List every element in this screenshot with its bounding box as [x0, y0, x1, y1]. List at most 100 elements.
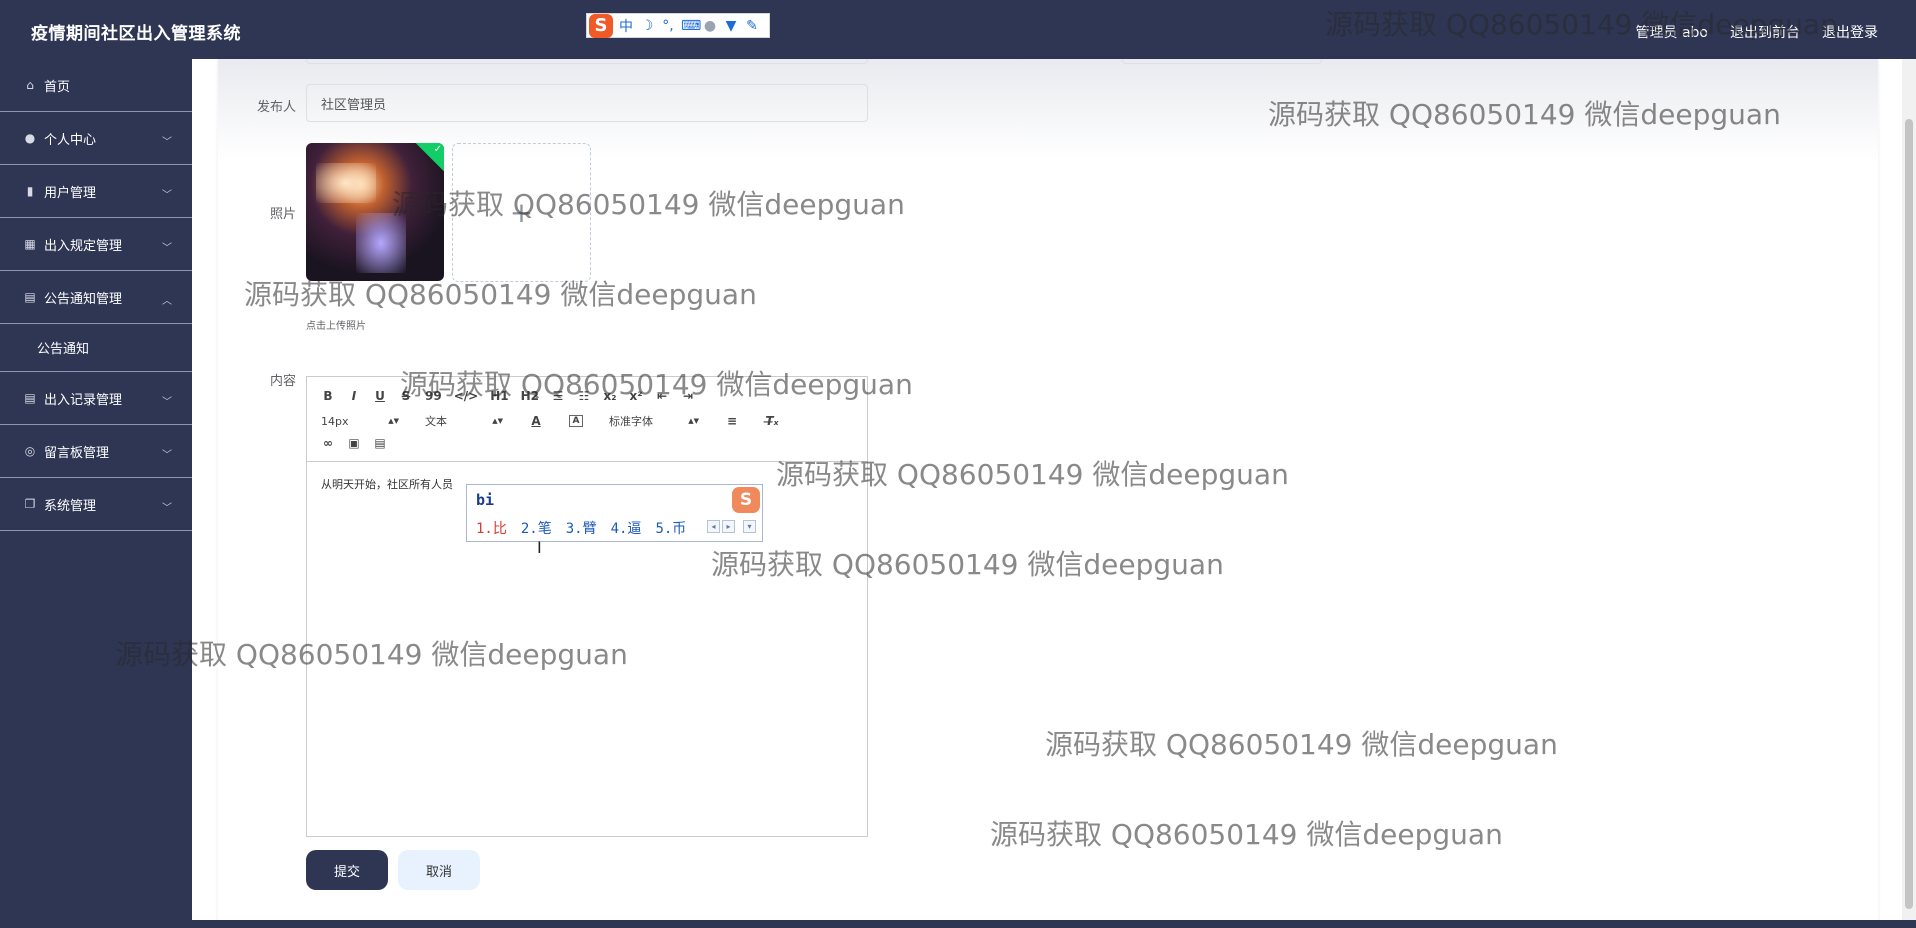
font-color-icon[interactable]: A [529, 414, 543, 428]
h1-button[interactable]: H1 [490, 389, 508, 403]
chevron-down-icon: ﹀ [162, 243, 172, 254]
font-size-value: 14px [321, 414, 349, 428]
wrench-icon[interactable]: ✎ [744, 18, 760, 34]
app-title: 疫情期间社区出入管理系统 [31, 24, 241, 44]
clipboard-icon: ▤ [24, 391, 36, 405]
sidebar-item-label: 个人中心 [44, 132, 97, 148]
cancel-button[interactable]: 取消 [398, 850, 480, 890]
ime-candidate[interactable]: 4.逼 [611, 518, 642, 538]
text-type-value: 文本 [425, 415, 447, 428]
ime-candidate[interactable]: 5.币 [655, 518, 686, 538]
photo-thumbnail[interactable]: ✓ [306, 143, 444, 281]
admin-user-label[interactable]: 管理员 abo [1636, 22, 1708, 42]
user-icon: ● [24, 131, 36, 145]
code-block-button[interactable]: </> [454, 389, 479, 403]
keyboard-icon[interactable]: ⌨ [681, 18, 701, 34]
superscript-button[interactable]: x² [629, 389, 643, 403]
ime-candidate-popup[interactable]: bi S 1.比 2.笔 3.臂 4.逼 5.币 ◂ ▸ ▾ [466, 484, 763, 542]
expand-icon[interactable]: ▾ [743, 520, 756, 533]
publisher-input[interactable]: 社区管理员 [306, 84, 868, 122]
sidebar-item-user-management[interactable]: ▮ 用户管理 ﹀ [0, 165, 192, 218]
clipboard-icon: ▤ [24, 290, 36, 304]
video-icon[interactable]: ▤ [373, 436, 387, 450]
photo-label: 照片 [269, 207, 296, 222]
sidebar-item-system-management[interactable]: ❐ 系统管理 ﹀ [0, 478, 192, 531]
clear-format-icon[interactable]: T̶ₓ [765, 414, 779, 428]
page-scrollbar[interactable] [1902, 59, 1916, 920]
ime-pinyin-input: bi [476, 491, 495, 509]
sidebar-item-label: 用户管理 [44, 185, 97, 201]
scrollbar-thumb[interactable] [1905, 119, 1913, 909]
check-icon: ✓ [433, 144, 442, 155]
sidebar-subitem-announcement[interactable]: 公告通知 [0, 324, 192, 372]
bold-button[interactable]: B [321, 389, 335, 403]
select-arrow-icon: ▲▼ [388, 417, 399, 425]
next-page-icon[interactable]: ▸ [722, 520, 735, 533]
blockquote-button[interactable]: 99 [425, 389, 442, 403]
sidebar-item-label: 系统管理 [44, 498, 97, 514]
logout-link[interactable]: 退出登录 [1822, 22, 1878, 42]
goto-frontend-link[interactable]: 退出到前台 [1730, 22, 1800, 42]
editor-toolbar-row1: B I U S 99 </> H1 H2 ☰ ☷ x₂ x² ⇤ ⇥ [321, 389, 695, 403]
image-icon[interactable]: ▣ [347, 436, 361, 450]
underline-button[interactable]: U [373, 389, 387, 403]
text-cursor-icon: Ⅰ [537, 538, 542, 557]
font-size-select[interactable]: 14px ▲▼ [321, 415, 399, 428]
user-icon[interactable]: ● [702, 18, 718, 34]
outdent-icon[interactable]: ⇤ [655, 389, 669, 403]
subscript-button[interactable]: x₂ [603, 389, 617, 403]
sidebar-item-label: 首页 [44, 79, 71, 95]
sidebar-item-entry-records[interactable]: ▤ 出入记录管理 ﹀ [0, 372, 192, 425]
bullet-list-icon[interactable]: ☷ [577, 389, 591, 403]
previous-field-edge [306, 59, 868, 64]
sidebar-item-label: 出入记录管理 [44, 392, 123, 408]
italic-button[interactable]: I [347, 389, 361, 403]
font-family-value: 标准字体 [609, 415, 653, 428]
sidebar-item-label: 留言板管理 [44, 445, 110, 461]
indent-icon[interactable]: ⇥ [681, 389, 695, 403]
photo-highlight [316, 163, 376, 203]
home-icon: ⌂ [26, 78, 34, 92]
header-links: 管理员 abo 退出到前台 退出登录 [1636, 22, 1878, 42]
chevron-down-icon: ﹀ [162, 137, 172, 148]
strike-button[interactable]: S [399, 389, 413, 403]
upload-tip: 点击上传照片 [306, 321, 366, 332]
sidebar: ⌂ 首页 ● 个人中心 ﹀ ▮ 用户管理 ﹀ ▦ 出入规定管理 ﹀ ▤ 公告通知… [0, 59, 192, 928]
select-arrow-icon: ▲▼ [492, 417, 503, 425]
h2-button[interactable]: H2 [521, 389, 539, 403]
photo-upload-button[interactable]: + [452, 143, 591, 282]
moon-icon[interactable]: ☽ [639, 18, 655, 34]
ime-toolbar[interactable]: S 中 ☽ °, ⌨ ● ▼ ✎ [586, 13, 770, 38]
skin-icon[interactable]: ▼ [723, 18, 739, 34]
ime-mode-toggle[interactable]: 中 [618, 16, 634, 36]
ime-candidate[interactable]: 2.笔 [521, 518, 552, 538]
chevron-down-icon: ﹀ [162, 503, 172, 514]
rich-text-editor[interactable]: B I U S 99 </> H1 H2 ☰ ☷ x₂ x² ⇤ ⇥ 14px … [306, 376, 868, 837]
chevron-down-icon: ﹀ [162, 397, 172, 408]
editor-toolbar-row2: 14px ▲▼ 文本 ▲▼ A A 标准字体 ▲▼ ≡ T̶ₓ [321, 413, 779, 429]
sidebar-item-personal-center[interactable]: ● 个人中心 ﹀ [0, 112, 192, 165]
font-family-select[interactable]: 标准字体 ▲▼ [609, 413, 699, 429]
plus-icon: + [509, 196, 534, 229]
ime-page-nav: ◂ ▸ ▾ [707, 520, 756, 533]
prev-page-icon[interactable]: ◂ [707, 520, 720, 533]
submit-button[interactable]: 提交 [306, 850, 388, 890]
compass-icon: ◎ [24, 444, 36, 458]
editor-content[interactable]: 从明天开始，社区所有人员 [321, 476, 453, 492]
align-icon[interactable]: ≡ [725, 414, 739, 428]
ordered-list-icon[interactable]: ☰ [551, 389, 565, 403]
sogou-logo-icon[interactable]: S [589, 13, 613, 38]
sidebar-item-entry-rules[interactable]: ▦ 出入规定管理 ﹀ [0, 218, 192, 271]
ime-candidate[interactable]: 1.比 [476, 518, 507, 538]
punctuation-icon[interactable]: °, [660, 18, 676, 34]
text-type-select[interactable]: 文本 ▲▼ [425, 413, 503, 429]
ime-candidate[interactable]: 3.臂 [566, 518, 597, 538]
sidebar-item-message-board[interactable]: ◎ 留言板管理 ﹀ [0, 425, 192, 478]
sidebar-item-announcement-management[interactable]: ▤ 公告通知管理 ︿ [0, 271, 192, 324]
sidebar-item-home[interactable]: ⌂ 首页 [0, 59, 192, 112]
background-color-icon[interactable]: A [569, 415, 583, 427]
chevron-up-icon: ︿ [162, 296, 172, 307]
editor-toolbar-row3: ∞ ▣ ▤ [321, 436, 387, 450]
chevron-down-icon: ﹀ [162, 190, 172, 201]
link-icon[interactable]: ∞ [321, 436, 335, 450]
